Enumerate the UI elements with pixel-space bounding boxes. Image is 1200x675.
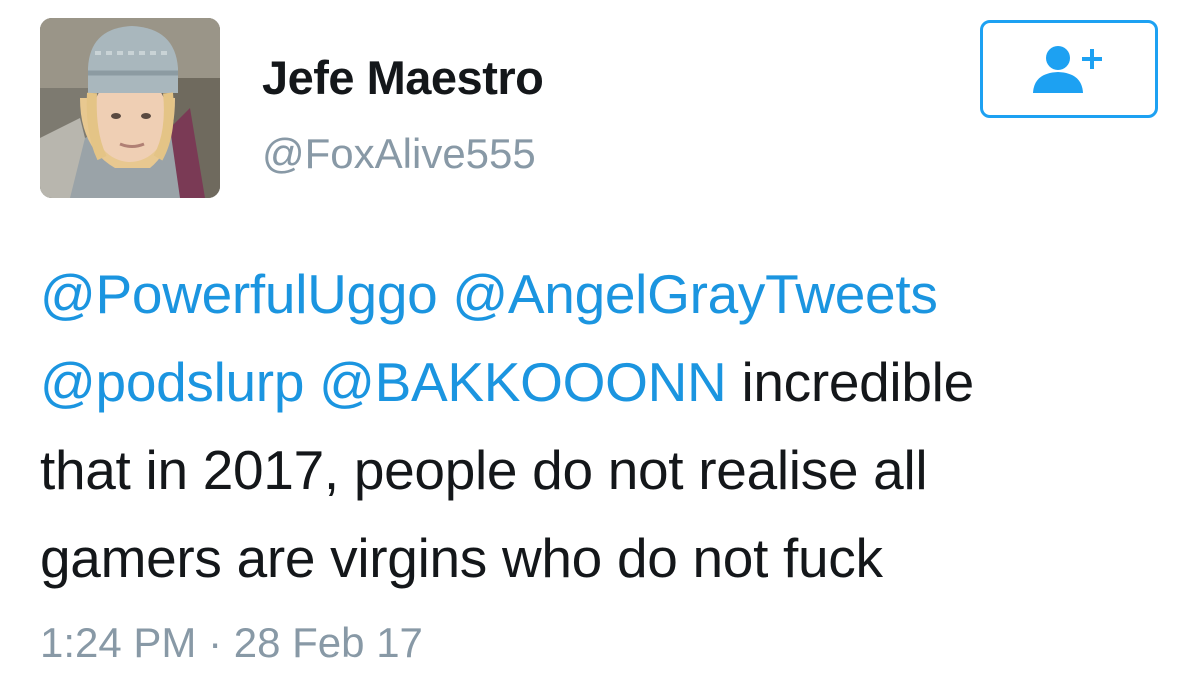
tweet-body-text: that in 2017, people do not realise all [40, 439, 928, 501]
follow-button[interactable] [980, 20, 1158, 118]
tweet-time: 1:24 PM [40, 619, 197, 666]
tweet-body-text: gamers are virgins who do not fuck [40, 527, 883, 589]
tweet-date: 28 Feb 17 [233, 619, 423, 666]
timestamp-separator: · [208, 619, 223, 666]
tweet-line: @PowerfulUggo @AngelGrayTweets [40, 250, 1170, 338]
mention-link[interactable]: @BAKKOOONN [319, 351, 727, 413]
avatar-image [40, 18, 220, 198]
avatar[interactable] [40, 18, 220, 198]
mention-link[interactable]: @podslurp [40, 351, 304, 413]
display-name[interactable]: Jefe Maestro [262, 48, 544, 108]
tweet-body-text: incredible [741, 351, 974, 413]
tweet-text: @PowerfulUggo @AngelGrayTweets @podslurp… [40, 250, 1170, 602]
mention-link[interactable]: @PowerfulUggo [40, 263, 438, 325]
tweet-card: Jefe Maestro @FoxAlive555 @PowerfulUggo … [0, 0, 1200, 675]
add-user-icon [1033, 46, 1102, 93]
tweet-line: @podslurp @BAKKOOONN incredible [40, 338, 1170, 426]
mention-link[interactable]: @AngelGrayTweets [452, 263, 937, 325]
username[interactable]: @FoxAlive555 [262, 127, 536, 181]
tweet-timestamp[interactable]: 1:24 PM · 28 Feb 17 [40, 616, 423, 670]
